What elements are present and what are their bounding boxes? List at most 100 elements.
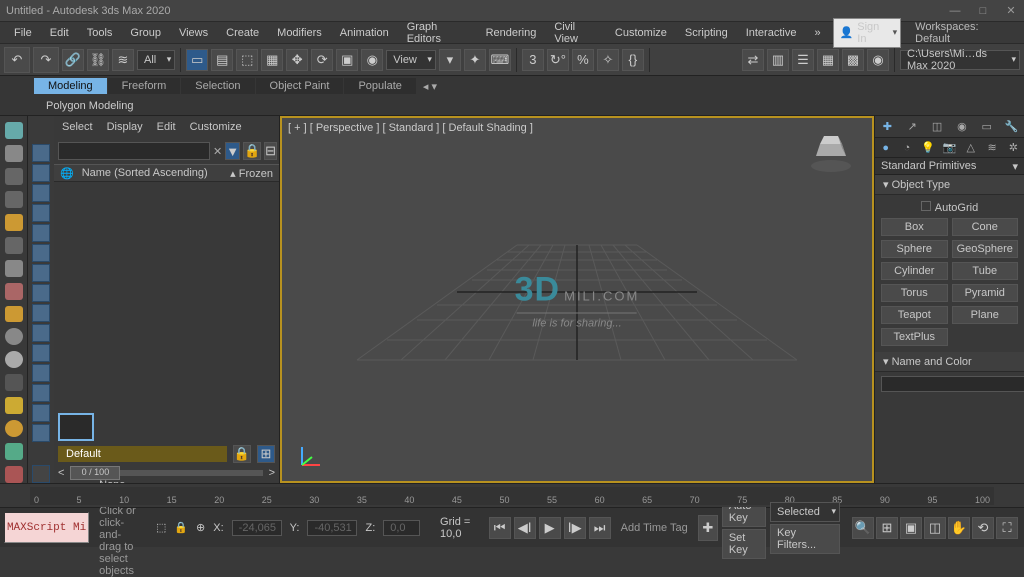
display-children-icon[interactable]: ⊟	[264, 142, 277, 160]
layer-lock-icon[interactable]: 🔒	[233, 445, 251, 463]
bones-icon[interactable]	[5, 260, 23, 277]
snow-icon[interactable]	[5, 443, 23, 460]
cameras-subtab-icon[interactable]: 📷	[941, 140, 957, 156]
filter-hidden-icon[interactable]	[32, 364, 50, 382]
viewcube-icon[interactable]	[806, 126, 856, 176]
axis-gizmo-icon[interactable]	[296, 441, 326, 471]
light-icon[interactable]	[5, 214, 23, 231]
rect-region-icon[interactable]: ⬚	[236, 49, 258, 71]
se-menu-display[interactable]: Display	[107, 121, 143, 133]
curve-editor-icon[interactable]: ▦	[817, 49, 839, 71]
nav-extents-icon[interactable]: ▣	[900, 517, 922, 539]
addtimetag-link[interactable]: Add Time Tag	[621, 522, 688, 534]
filter-group-icon[interactable]	[32, 264, 50, 282]
modify-tab-icon[interactable]: ↗	[904, 119, 920, 135]
shapes-subtab-icon[interactable]: ◔	[899, 140, 915, 156]
se-menu-edit[interactable]: Edit	[157, 121, 176, 133]
nav-orbit-icon[interactable]: ⟲	[972, 517, 994, 539]
grid-icon[interactable]	[5, 168, 23, 185]
ball-icon[interactable]	[5, 420, 23, 437]
set-key-big-icon[interactable]: ✚	[698, 515, 718, 541]
torus-button[interactable]: Torus	[881, 284, 948, 302]
col-name-header[interactable]: Name (Sorted Ascending)	[82, 167, 222, 179]
layer-name-field[interactable]: Default	[58, 446, 227, 462]
next-frame-icon[interactable]: Ⅰ▶	[564, 517, 586, 539]
angle-snap-icon[interactable]: ↻°	[547, 49, 569, 71]
play-icon[interactable]: ▶	[539, 517, 561, 539]
filter-more-icon[interactable]	[32, 384, 50, 402]
rollout-name-color[interactable]: Name and Color	[875, 352, 1024, 372]
filter-misc-icon[interactable]	[32, 424, 50, 442]
maxscript-listener[interactable]: MAXScript Mi	[4, 512, 89, 543]
maximize-icon[interactable]: □	[976, 4, 990, 18]
project-path-input[interactable]: C:\Users\Mi…ds Max 2020	[900, 50, 1020, 70]
scale-icon[interactable]: ▣	[336, 49, 358, 71]
snap-toggle-icon[interactable]: 3	[522, 49, 544, 71]
layer-thumbnail[interactable]	[58, 413, 94, 441]
keyboard-shortcut-icon[interactable]: ⌨	[489, 49, 511, 71]
tab-modeling[interactable]: Modeling	[34, 78, 107, 94]
menu-file[interactable]: File	[6, 25, 40, 41]
placement-icon[interactable]: ◉	[361, 49, 383, 71]
col-frozen-header[interactable]: ▴ Frozen	[230, 167, 273, 180]
keyfilters-button[interactable]: Key Filters...	[770, 524, 840, 554]
selection-filter-dropdown[interactable]: All	[137, 50, 175, 70]
pivot-icon[interactable]: ▾	[439, 49, 461, 71]
spacewarps-subtab-icon[interactable]: ≋	[984, 140, 1000, 156]
unlink-icon[interactable]: ⛓	[87, 49, 109, 71]
window-crossing-icon[interactable]: ▦	[261, 49, 283, 71]
tube-button[interactable]: Tube	[952, 262, 1019, 280]
goto-end-icon[interactable]: ⏭	[589, 517, 611, 539]
rollout-object-type[interactable]: Object Type	[875, 175, 1024, 195]
schematic-icon[interactable]: ▩	[842, 49, 864, 71]
menu-edit[interactable]: Edit	[42, 25, 77, 41]
object-name-input[interactable]	[881, 376, 1024, 392]
tab-selection[interactable]: Selection	[181, 78, 254, 94]
globe-icon[interactable]: 🌐	[60, 167, 74, 180]
lights-subtab-icon[interactable]: 💡	[920, 140, 936, 156]
menu-interactive[interactable]: Interactive	[738, 25, 805, 41]
sphere-icon[interactable]	[5, 328, 23, 345]
teapot-button[interactable]: Teapot	[881, 306, 948, 324]
create-tab-icon[interactable]: ✚	[879, 119, 895, 135]
menu-create[interactable]: Create	[218, 25, 267, 41]
nav-pan-icon[interactable]: ✋	[948, 517, 970, 539]
nav-zoom-icon[interactable]: 🔍	[852, 517, 874, 539]
textplus-button[interactable]: TextPlus	[881, 328, 948, 346]
cone-button[interactable]: Cone	[952, 218, 1019, 236]
speaker-icon[interactable]	[5, 237, 23, 254]
filter-helper-icon[interactable]	[32, 224, 50, 242]
nav-maximize-icon[interactable]: ⛶	[996, 517, 1018, 539]
teapot-icon[interactable]	[5, 122, 23, 139]
ribbon-expand-icon[interactable]: ◂ ▾	[417, 78, 443, 95]
undo-icon[interactable]: ↶	[4, 47, 30, 73]
character-icon[interactable]	[5, 283, 23, 300]
se-menu-select[interactable]: Select	[62, 121, 93, 133]
link-icon[interactable]: 🔗	[62, 49, 84, 71]
hierarchy-tab-icon[interactable]: ◫	[929, 119, 945, 135]
select-name-icon[interactable]: ▤	[211, 49, 233, 71]
percent-snap-icon[interactable]: %	[572, 49, 594, 71]
nav-fov-icon[interactable]: ◫	[924, 517, 946, 539]
fire-icon[interactable]	[5, 466, 23, 483]
minimize-icon[interactable]: —	[948, 4, 962, 18]
menu-overflow-icon[interactable]: »	[806, 25, 828, 41]
material-editor-icon[interactable]: ◉	[867, 49, 889, 71]
refcoord-dropdown[interactable]: View	[386, 50, 436, 70]
sphere2-icon[interactable]	[5, 351, 23, 368]
sign-in-button[interactable]: 👤 Sign In	[833, 18, 902, 48]
filter-frozen-icon[interactable]	[32, 344, 50, 362]
workspaces-dropdown[interactable]: Workspaces: Default	[915, 21, 1006, 45]
menu-scripting[interactable]: Scripting	[677, 25, 736, 41]
timeline-prev-icon[interactable]: <	[58, 467, 64, 479]
filter-extra-icon[interactable]	[32, 404, 50, 422]
spinner-snap-icon[interactable]: ✧	[597, 49, 619, 71]
menu-modifiers[interactable]: Modifiers	[269, 25, 330, 41]
tab-populate[interactable]: Populate	[344, 78, 415, 94]
viewport-perspective[interactable]: [ + ] [ Perspective ] [ Standard ] [ Def…	[280, 116, 874, 483]
cloud-icon[interactable]	[5, 145, 23, 162]
filter-space-icon[interactable]	[32, 244, 50, 262]
systems-subtab-icon[interactable]: ✲	[1005, 140, 1021, 156]
rotate-icon[interactable]: ⟳	[311, 49, 333, 71]
box-button[interactable]: Box	[881, 218, 948, 236]
